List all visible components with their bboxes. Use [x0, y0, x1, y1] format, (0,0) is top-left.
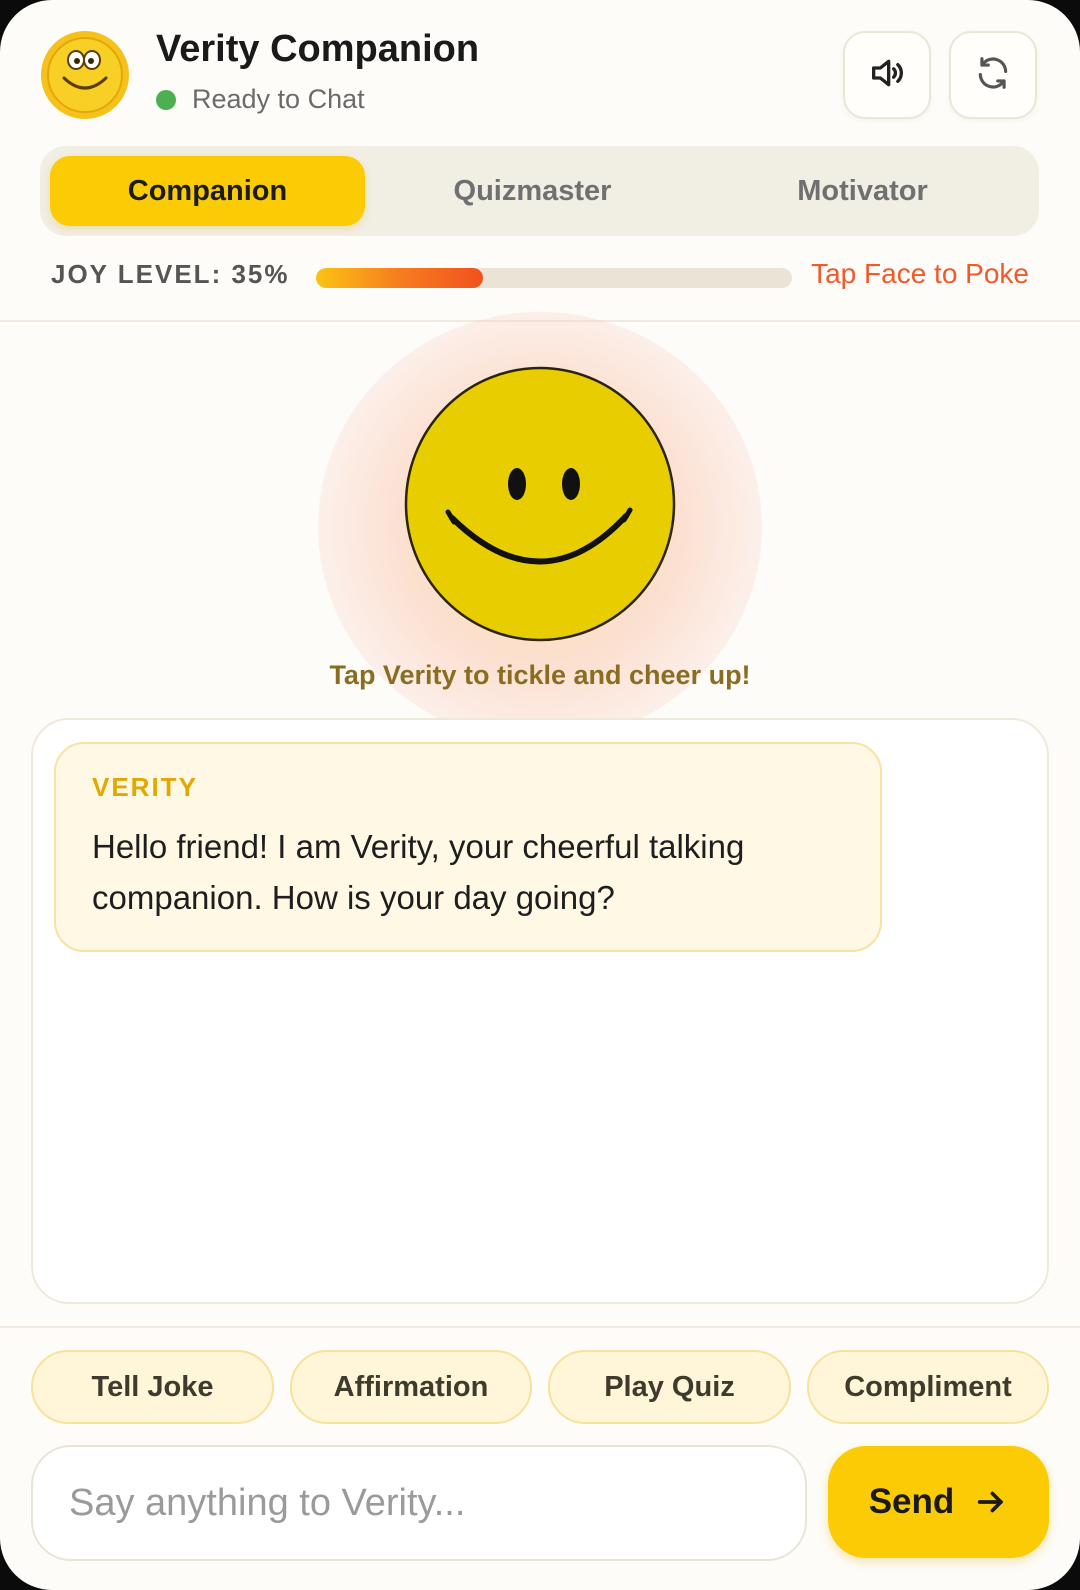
- send-button[interactable]: Send: [828, 1446, 1049, 1558]
- tell-joke-button[interactable]: Tell Joke: [31, 1350, 274, 1424]
- play-quiz-button[interactable]: Play Quiz: [548, 1350, 791, 1424]
- joy-progress-bar: [316, 268, 792, 288]
- face-caption: Tap Verity to tickle and cheer up!: [329, 660, 751, 690]
- message-text: Hello friend! I am Verity, your cheerful…: [92, 828, 745, 916]
- arrow-right-icon: [974, 1485, 1008, 1519]
- chat-panel[interactable]: VERITY Hello friend! I am Verity, your c…: [31, 718, 1049, 1304]
- verity-face[interactable]: [404, 366, 676, 642]
- joy-level-label: JOY LEVEL: 35%: [51, 259, 290, 289]
- status-text: Ready to Chat: [192, 84, 365, 114]
- tab-quizmaster[interactable]: Quizmaster: [375, 156, 690, 226]
- joy-progress-fill: [316, 268, 483, 288]
- poke-hint: Tap Face to Poke: [811, 258, 1029, 289]
- affirmation-button[interactable]: Affirmation: [290, 1350, 532, 1424]
- composer-divider: [0, 1326, 1080, 1328]
- mode-tabs: Companion Quizmaster Motivator: [40, 146, 1039, 236]
- status-dot-icon: [156, 89, 176, 110]
- speaker-volume-icon: [867, 53, 907, 98]
- reset-button[interactable]: [949, 31, 1037, 119]
- message-bubble: VERITY Hello friend! I am Verity, your c…: [54, 742, 882, 952]
- tab-motivator[interactable]: Motivator: [705, 156, 1020, 226]
- message-input[interactable]: [31, 1445, 807, 1561]
- message-sender: VERITY: [92, 772, 198, 802]
- compliment-button[interactable]: Compliment: [807, 1350, 1049, 1424]
- speaker-button[interactable]: [843, 31, 931, 119]
- send-label: Send: [868, 1482, 955, 1521]
- smiley-avatar-icon: [40, 30, 130, 120]
- app-window: Verity Companion Ready to Chat Companion…: [0, 0, 1080, 1590]
- tab-companion[interactable]: Companion: [50, 156, 365, 226]
- refresh-icon: [974, 54, 1012, 97]
- app-title: Verity Companion: [156, 28, 480, 70]
- status-indicator: Ready to Chat: [156, 84, 365, 115]
